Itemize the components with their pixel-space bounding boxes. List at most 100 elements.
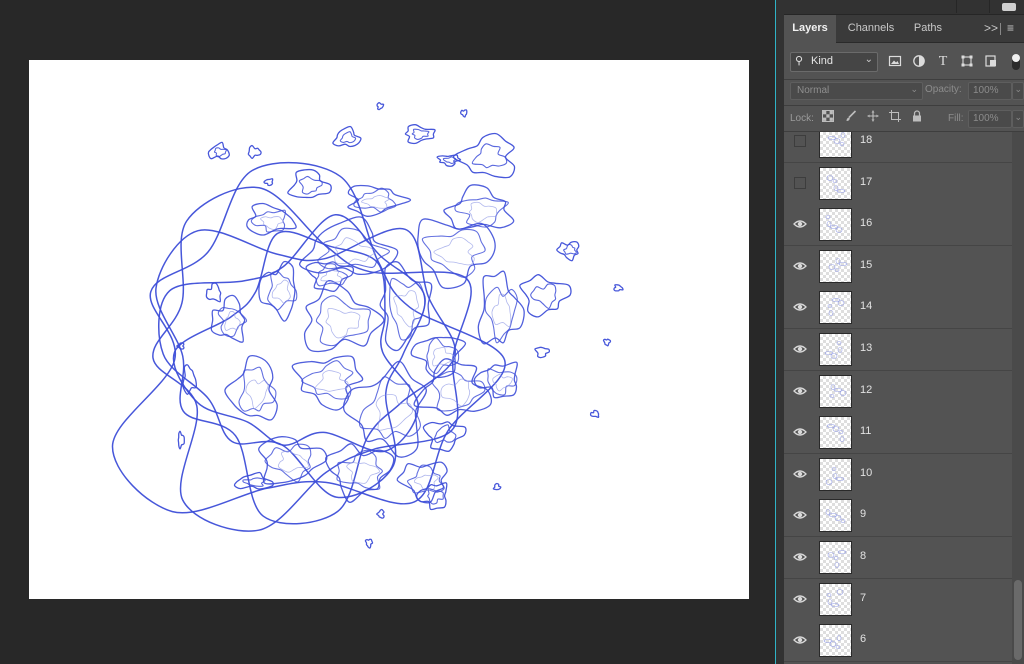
document-workspace[interactable] xyxy=(0,0,775,664)
lock-all-icon[interactable] xyxy=(910,110,924,124)
filter-kind-select[interactable]: ⚲ Kind ⌄ xyxy=(790,52,878,72)
lock-label: Lock: xyxy=(790,113,814,124)
type-filter-icon[interactable]: T xyxy=(935,54,951,70)
lock-artboard-icon[interactable] xyxy=(888,110,902,124)
adjustment-filter-icon[interactable] xyxy=(911,54,927,70)
tab-paths[interactable]: Paths xyxy=(906,15,950,42)
opacity-dropdown[interactable]: ⌄ xyxy=(1012,82,1024,100)
lock-transparent-icon[interactable] xyxy=(821,110,835,124)
top-panel-strip xyxy=(784,0,1024,15)
shape-filter-icon[interactable] xyxy=(959,54,975,70)
tab-layers[interactable]: Layers xyxy=(784,15,836,43)
contour-line xyxy=(421,228,486,278)
layer-row[interactable]: 9 xyxy=(784,495,1012,537)
visibility-eye-icon[interactable] xyxy=(793,217,807,231)
document-canvas[interactable] xyxy=(29,60,749,599)
layer-row[interactable]: 15 xyxy=(784,246,1012,288)
image-filter-icon[interactable] xyxy=(887,54,903,70)
opacity-field[interactable]: 100% xyxy=(968,82,1012,100)
thumbnail-preview xyxy=(827,298,845,316)
layer-row[interactable]: 6 xyxy=(784,620,1012,662)
visibility-eye-icon[interactable] xyxy=(793,467,807,481)
layer-name[interactable]: 6 xyxy=(860,633,866,645)
contour-line xyxy=(182,364,197,395)
layer-name[interactable]: 9 xyxy=(860,508,866,520)
panel-tabs: Layers Channels Paths >> ≡ xyxy=(784,15,1024,43)
contour-line xyxy=(563,243,577,255)
layer-name[interactable]: 15 xyxy=(860,259,872,271)
tab-channels[interactable]: Channels xyxy=(838,15,904,42)
layer-name[interactable]: 7 xyxy=(860,592,866,604)
opacity-value: 100% xyxy=(973,85,999,96)
hamburger-menu-icon[interactable]: ≡ xyxy=(1007,21,1014,35)
layer-row[interactable]: 12 xyxy=(784,371,1012,413)
layer-row[interactable]: 8 xyxy=(784,537,1012,579)
smart-object-filter-icon[interactable] xyxy=(983,54,999,70)
layers-scrollbar[interactable] xyxy=(1012,132,1024,664)
contour-line xyxy=(298,175,323,195)
layer-name[interactable]: 11 xyxy=(860,425,871,437)
visibility-eye-icon[interactable] xyxy=(793,508,807,522)
fill-dropdown[interactable]: ⌄ xyxy=(1012,110,1024,128)
thumbnail-preview xyxy=(826,589,844,607)
fill-label: Fill: xyxy=(948,113,964,124)
chevron-down-icon: ⌄ xyxy=(910,84,918,94)
visibility-eye-icon[interactable] xyxy=(793,342,807,356)
visibility-eye-icon[interactable] xyxy=(793,300,807,314)
visibility-eye-icon[interactable] xyxy=(793,384,807,398)
strip-divider xyxy=(956,0,957,13)
blend-mode-select[interactable]: Normal ⌄ xyxy=(790,82,923,100)
layer-row[interactable]: 7 xyxy=(784,579,1012,621)
contour-line xyxy=(433,237,475,266)
layer-name[interactable]: 13 xyxy=(860,342,872,354)
tab-menu-separator xyxy=(1000,23,1001,35)
contour-line xyxy=(613,284,624,292)
layer-thumbnail xyxy=(819,541,852,574)
thumbnail-preview xyxy=(825,467,845,485)
visibility-toggle-empty[interactable] xyxy=(794,177,806,189)
visibility-eye-icon[interactable] xyxy=(793,633,807,647)
layer-name[interactable]: 18 xyxy=(860,134,872,146)
contour-line xyxy=(388,277,426,341)
fill-field[interactable]: 100% xyxy=(968,110,1012,128)
contour-line xyxy=(361,195,390,209)
layer-row[interactable]: 18 xyxy=(784,132,1012,163)
visibility-eye-icon[interactable] xyxy=(793,425,807,439)
layer-row[interactable]: 13 xyxy=(784,329,1012,371)
contour-line xyxy=(393,290,419,328)
lock-pixels-icon[interactable] xyxy=(844,110,858,124)
contour-line xyxy=(332,125,362,148)
layer-thumbnail xyxy=(819,458,852,491)
contour-line xyxy=(247,144,262,160)
opacity-label: Opacity: xyxy=(925,84,962,95)
layer-name[interactable]: 12 xyxy=(860,384,872,396)
layer-thumbnail xyxy=(819,583,852,616)
layer-row[interactable]: 14 xyxy=(784,287,1012,329)
visibility-eye-icon[interactable] xyxy=(793,259,807,273)
layer-thumbnail xyxy=(819,167,852,200)
lock-position-icon[interactable] xyxy=(866,110,880,124)
layer-row[interactable]: 17 xyxy=(784,163,1012,205)
contour-line xyxy=(346,462,380,484)
layer-name[interactable]: 16 xyxy=(860,217,872,229)
layer-row[interactable]: 16 xyxy=(784,204,1012,246)
layer-name[interactable]: 14 xyxy=(860,300,872,312)
scrollbar-thumb[interactable] xyxy=(1014,580,1022,660)
layer-row[interactable]: 10 xyxy=(784,454,1012,496)
layer-name[interactable]: 10 xyxy=(860,467,872,479)
thumbnail-preview xyxy=(829,384,847,398)
filter-toggle-switch[interactable] xyxy=(1012,54,1020,70)
contour-line xyxy=(263,178,274,187)
layer-name[interactable]: 17 xyxy=(860,176,872,188)
visibility-eye-icon[interactable] xyxy=(793,592,807,606)
visibility-toggle-empty[interactable] xyxy=(794,135,806,147)
visibility-eye-icon[interactable] xyxy=(793,550,807,564)
thumbnail-preview xyxy=(825,509,846,523)
contour-line xyxy=(487,368,518,396)
layer-row[interactable]: 11 xyxy=(784,412,1012,454)
thumbnail-preview xyxy=(827,132,846,146)
layers-list: 18 17 16 15 14 13 12 11 10 9 8 7 6 xyxy=(784,132,1012,664)
layer-name[interactable]: 8 xyxy=(860,550,866,562)
double-chevron-right-icon[interactable]: >> xyxy=(984,21,998,35)
panel-collapse-toggle[interactable] xyxy=(1002,3,1016,11)
